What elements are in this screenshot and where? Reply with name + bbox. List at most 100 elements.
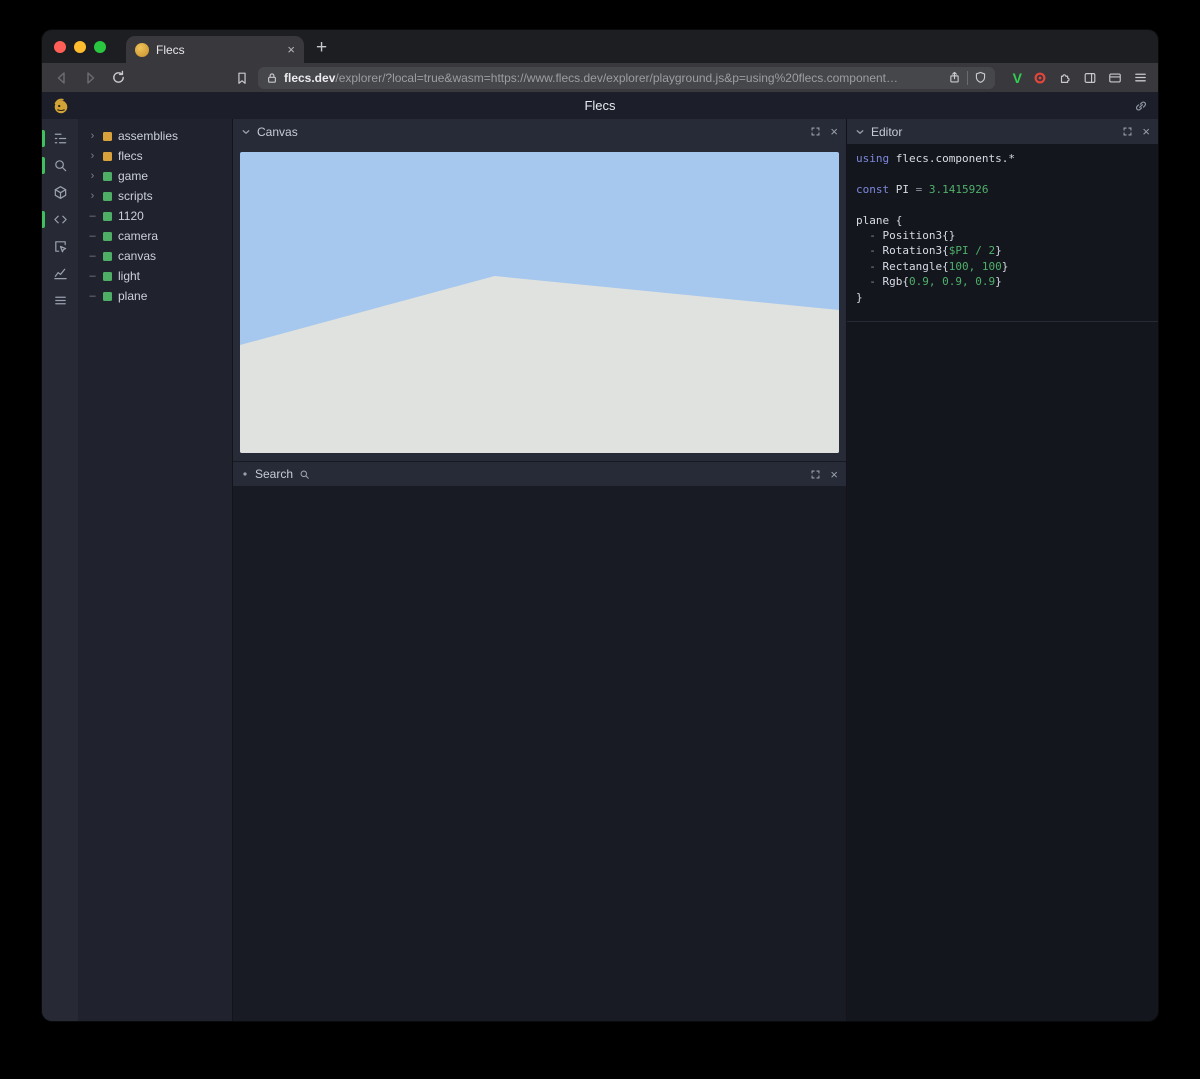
tab-strip: Flecs × + <box>42 30 1158 63</box>
entity-label: assemblies <box>118 129 178 143</box>
tree-item[interactable]: – camera <box>78 226 232 246</box>
tree-item[interactable]: – 1120 <box>78 206 232 226</box>
leaf-dash-icon: – <box>88 270 97 282</box>
close-icon[interactable]: × <box>830 125 838 138</box>
back-icon[interactable] <box>50 66 74 90</box>
browser-tab[interactable]: Flecs × <box>126 36 304 63</box>
code-icon[interactable] <box>42 206 78 233</box>
urlbar-divider <box>967 71 968 85</box>
entity-label: game <box>118 169 148 183</box>
entity-tree: › assemblies › flecs › game ›scripts – 1120 – came… <box>78 119 233 1021</box>
expand-arrow-icon[interactable]: › <box>88 170 97 182</box>
entity-color-swatch <box>103 252 112 261</box>
code-line: - Rectangle{100, 100} <box>856 259 1149 274</box>
entity-label: flecs <box>118 149 143 163</box>
entity-color-swatch <box>103 172 112 181</box>
leaf-dash-icon: – <box>88 230 97 242</box>
code-editor[interactable]: using flecs.components.* const PI = 3.14… <box>847 144 1158 322</box>
reload-icon[interactable] <box>106 66 130 90</box>
browser-window: Flecs × + flecs.dev/explorer/?local=true… <box>42 30 1158 1021</box>
address-bar[interactable]: flecs.dev/explorer/?local=true&wasm=http… <box>258 67 995 89</box>
fullscreen-icon[interactable] <box>810 469 821 480</box>
tree-item[interactable]: › assemblies <box>78 126 232 146</box>
entity-color-swatch <box>103 292 112 301</box>
flecs-app: Flecs ›assemblies›flecs›game›scripts–112… <box>42 92 1158 1021</box>
link-icon[interactable] <box>1134 99 1148 113</box>
tab-close-icon[interactable]: × <box>287 43 295 56</box>
menu-icon[interactable] <box>1133 70 1148 85</box>
outliner-icon[interactable] <box>42 125 78 152</box>
inspect-icon[interactable] <box>42 233 78 260</box>
sidebar-icon[interactable] <box>1083 71 1097 85</box>
flecs-logo-icon <box>52 97 70 115</box>
code-line: - Position3{} <box>856 228 1149 243</box>
leaf-dash-icon: – <box>88 290 97 302</box>
editor-empty-area <box>847 322 1158 1021</box>
tree-item[interactable]: –light <box>78 266 232 286</box>
search-icon[interactable] <box>42 152 78 179</box>
chevron-down-icon[interactable] <box>241 127 251 137</box>
canvas-3d-viewport[interactable] <box>240 152 839 453</box>
code-line: - Rotation3{$PI / 2} <box>856 243 1149 258</box>
entity-color-swatch <box>103 152 112 161</box>
fullscreen-icon[interactable] <box>1122 126 1133 137</box>
browser-toolbar: flecs.dev/explorer/?local=true&wasm=http… <box>42 63 1158 92</box>
entity-color-swatch <box>103 132 112 141</box>
leaf-dash-icon: – <box>88 210 97 222</box>
tool-sidebar <box>42 119 78 1021</box>
tab-favicon-icon <box>135 43 149 57</box>
cube-icon[interactable] <box>42 179 78 206</box>
record-icon[interactable] <box>1033 71 1047 85</box>
center-empty-area <box>233 486 846 1021</box>
tree-item[interactable]: › game <box>78 166 232 186</box>
expand-arrow-icon[interactable]: › <box>88 130 97 142</box>
bookmark-icon[interactable] <box>230 66 254 90</box>
v-extension-icon[interactable]: V <box>1013 70 1022 86</box>
forward-icon[interactable] <box>78 66 102 90</box>
close-icon[interactable]: × <box>830 468 838 481</box>
extension-icons: V <box>1013 70 1148 86</box>
chevron-down-icon[interactable] <box>855 127 865 137</box>
entity-label: plane <box>118 289 147 303</box>
collapsed-dot-icon[interactable] <box>241 470 249 478</box>
lock-icon <box>266 72 278 84</box>
canvas-panel-body <box>233 144 846 461</box>
url-domain: flecs.dev <box>284 71 335 85</box>
minimize-window-button[interactable] <box>74 41 86 53</box>
new-tab-button[interactable]: + <box>316 37 327 59</box>
tree-item[interactable]: –canvas <box>78 246 232 266</box>
code-line: plane { <box>856 213 1149 228</box>
puzzle-icon[interactable] <box>1058 71 1072 85</box>
entity-color-swatch <box>103 212 112 221</box>
fullscreen-icon[interactable] <box>810 126 821 137</box>
expand-arrow-icon[interactable]: › <box>88 190 97 202</box>
rows-icon[interactable] <box>42 287 78 314</box>
entity-label: camera <box>118 229 158 243</box>
search-panel-header: Search × <box>233 461 846 486</box>
code-line: using flecs.components.* <box>856 151 1149 166</box>
code-line <box>856 166 1149 181</box>
editor-panel-title: Editor <box>871 125 902 139</box>
center-column: Canvas × Search <box>233 119 847 1021</box>
editor-panel-header: Editor × <box>847 119 1158 144</box>
code-line: - Rgb{0.9, 0.9, 0.9} <box>856 274 1149 289</box>
search-icon <box>299 469 310 480</box>
chart-icon[interactable] <box>42 260 78 287</box>
close-window-button[interactable] <box>54 41 66 53</box>
url-path: /explorer/?local=true&wasm=https://www.f… <box>335 71 898 85</box>
tree-item[interactable]: › flecs <box>78 146 232 166</box>
tree-item[interactable]: – plane <box>78 286 232 306</box>
tree-item[interactable]: ›scripts <box>78 186 232 206</box>
leaf-dash-icon: – <box>88 250 97 262</box>
zoom-window-button[interactable] <box>94 41 106 53</box>
share-icon[interactable] <box>948 71 961 84</box>
shield-icon[interactable] <box>974 71 987 84</box>
close-icon[interactable]: × <box>1142 125 1150 138</box>
editor-column: Editor × using flecs.components.* const … <box>847 119 1158 1021</box>
code-line <box>856 197 1149 212</box>
entity-label: 1120 <box>118 209 144 223</box>
entity-color-swatch <box>103 192 112 201</box>
wallet-icon[interactable] <box>1108 71 1122 85</box>
expand-arrow-icon[interactable]: › <box>88 150 97 162</box>
url-text: flecs.dev/explorer/?local=true&wasm=http… <box>284 71 942 85</box>
